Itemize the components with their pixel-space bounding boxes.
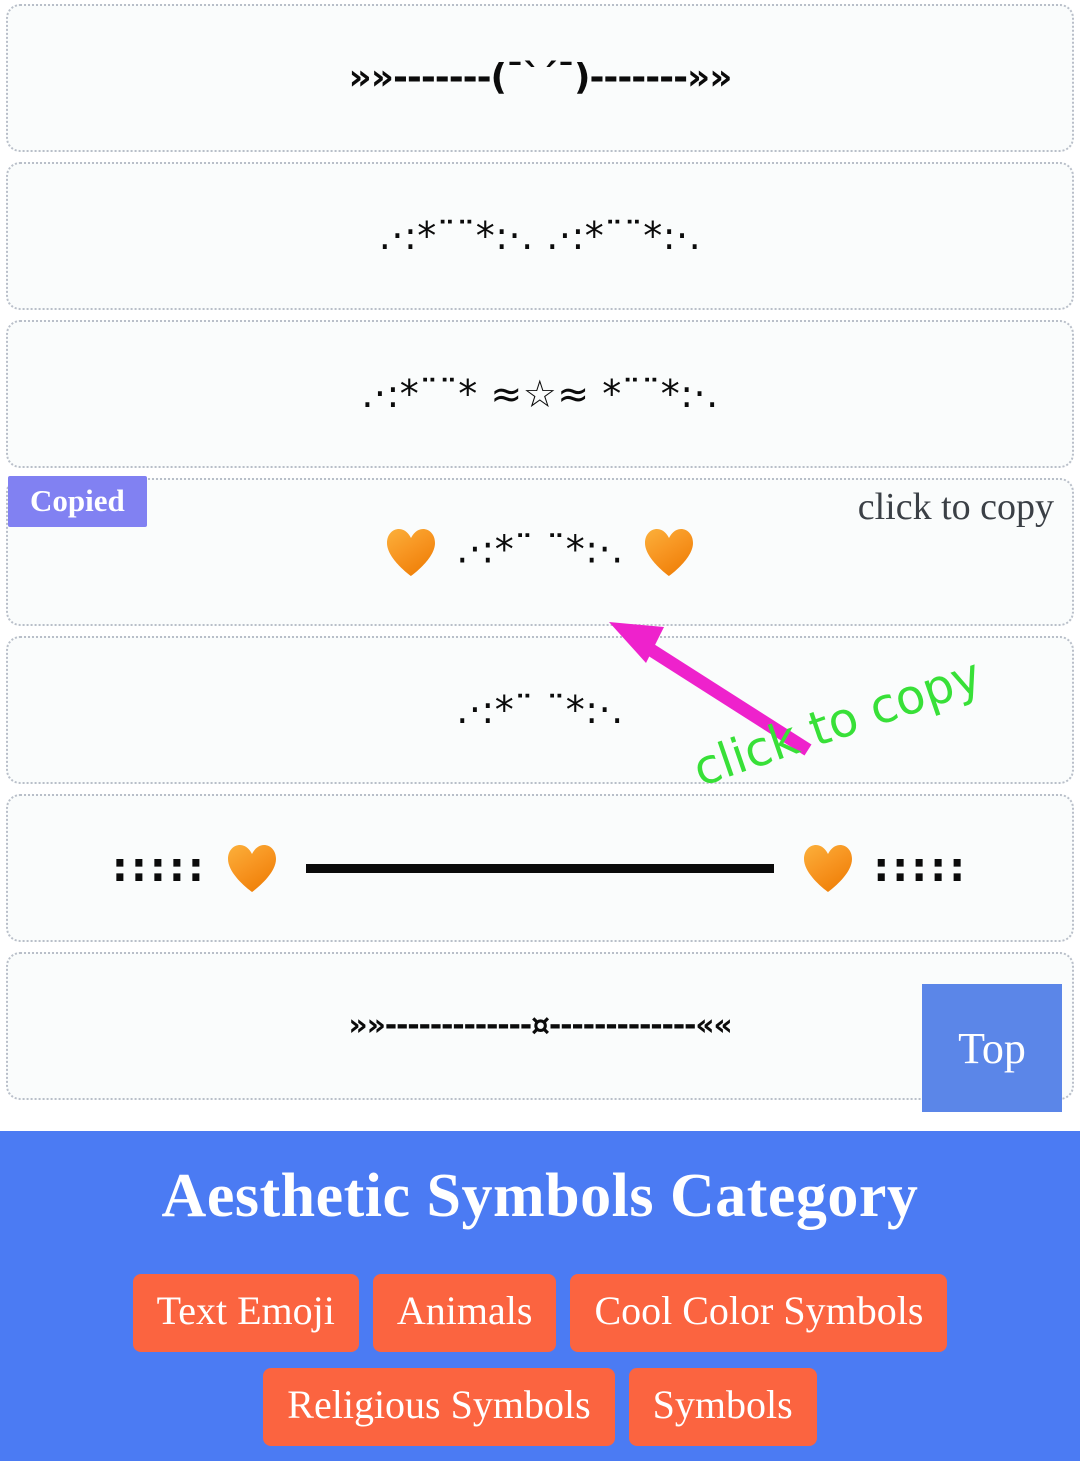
category-button-religious-symbols[interactable]: Religious Symbols (263, 1368, 615, 1447)
colon-run-right: ::::: (873, 845, 969, 891)
symbol-card[interactable]: :::::::::: (6, 794, 1074, 942)
symbol-card[interactable]: »»-------------¤-------------«« (6, 952, 1074, 1100)
scroll-to-top-button[interactable]: Top (922, 984, 1062, 1112)
footer-category-section: Aesthetic Symbols Category Text Emoji An… (0, 1131, 1080, 1461)
footer-title: Aesthetic Symbols Category (161, 1162, 919, 1230)
symbol-text: .·:*¨¨* ≈☆≈ *¨¨*:·. (361, 372, 719, 416)
symbol-text: :::::::::: (112, 842, 968, 894)
symbol-text: .·:*¨ ¨*:·. (378, 526, 703, 578)
category-button-symbols[interactable]: Symbols (628, 1368, 817, 1447)
symbol-inner-text: .·:*¨ ¨*:·. (456, 527, 624, 572)
symbol-card[interactable]: .·:*¨¨* ≈☆≈ *¨¨*:·. (6, 320, 1074, 468)
symbol-card[interactable]: »»-------(¯`´¯)-------»» (6, 4, 1074, 152)
category-row-2: Religious Symbols Symbols (0, 1368, 1080, 1447)
category-button-text-emoji[interactable]: Text Emoji (132, 1274, 359, 1353)
symbol-text: »»-------(¯`´¯)-------»» (348, 57, 732, 98)
category-button-cool-color-symbols[interactable]: Cool Color Symbols (570, 1274, 948, 1353)
category-button-animals[interactable]: Animals (372, 1274, 557, 1353)
orange-heart-icon (225, 842, 279, 894)
symbol-text: .·:*¨ ¨*:·. (456, 688, 624, 732)
symbol-card[interactable]: .·:*¨¨*:·. .·:*¨¨*:·. (6, 162, 1074, 310)
copied-badge: Copied (8, 476, 147, 527)
symbol-text: »»-------------¤-------------«« (348, 1008, 732, 1043)
symbol-card[interactable]: .·:*¨ ¨*:·. (6, 636, 1074, 784)
symbol-card-copied[interactable]: Copied click to copy .·:*¨ ¨*:·. (6, 476, 1074, 626)
orange-heart-icon (801, 842, 855, 894)
symbol-card-list: »»-------(¯`´¯)-------»» .·:*¨¨*:·. .·:*… (0, 0, 1080, 1131)
category-button-groups: Text Emoji Animals Cool Color Symbols Re… (0, 1274, 1080, 1447)
orange-heart-icon (642, 526, 696, 578)
colon-run-left: ::::: (111, 845, 207, 891)
horizontal-rule-glyph (306, 863, 774, 873)
click-to-copy-hint: click to copy (857, 486, 1054, 528)
orange-heart-icon (384, 526, 438, 578)
symbol-text: .·:*¨¨*:·. .·:*¨¨*:·. (378, 214, 702, 258)
category-row-1: Text Emoji Animals Cool Color Symbols (0, 1274, 1080, 1353)
